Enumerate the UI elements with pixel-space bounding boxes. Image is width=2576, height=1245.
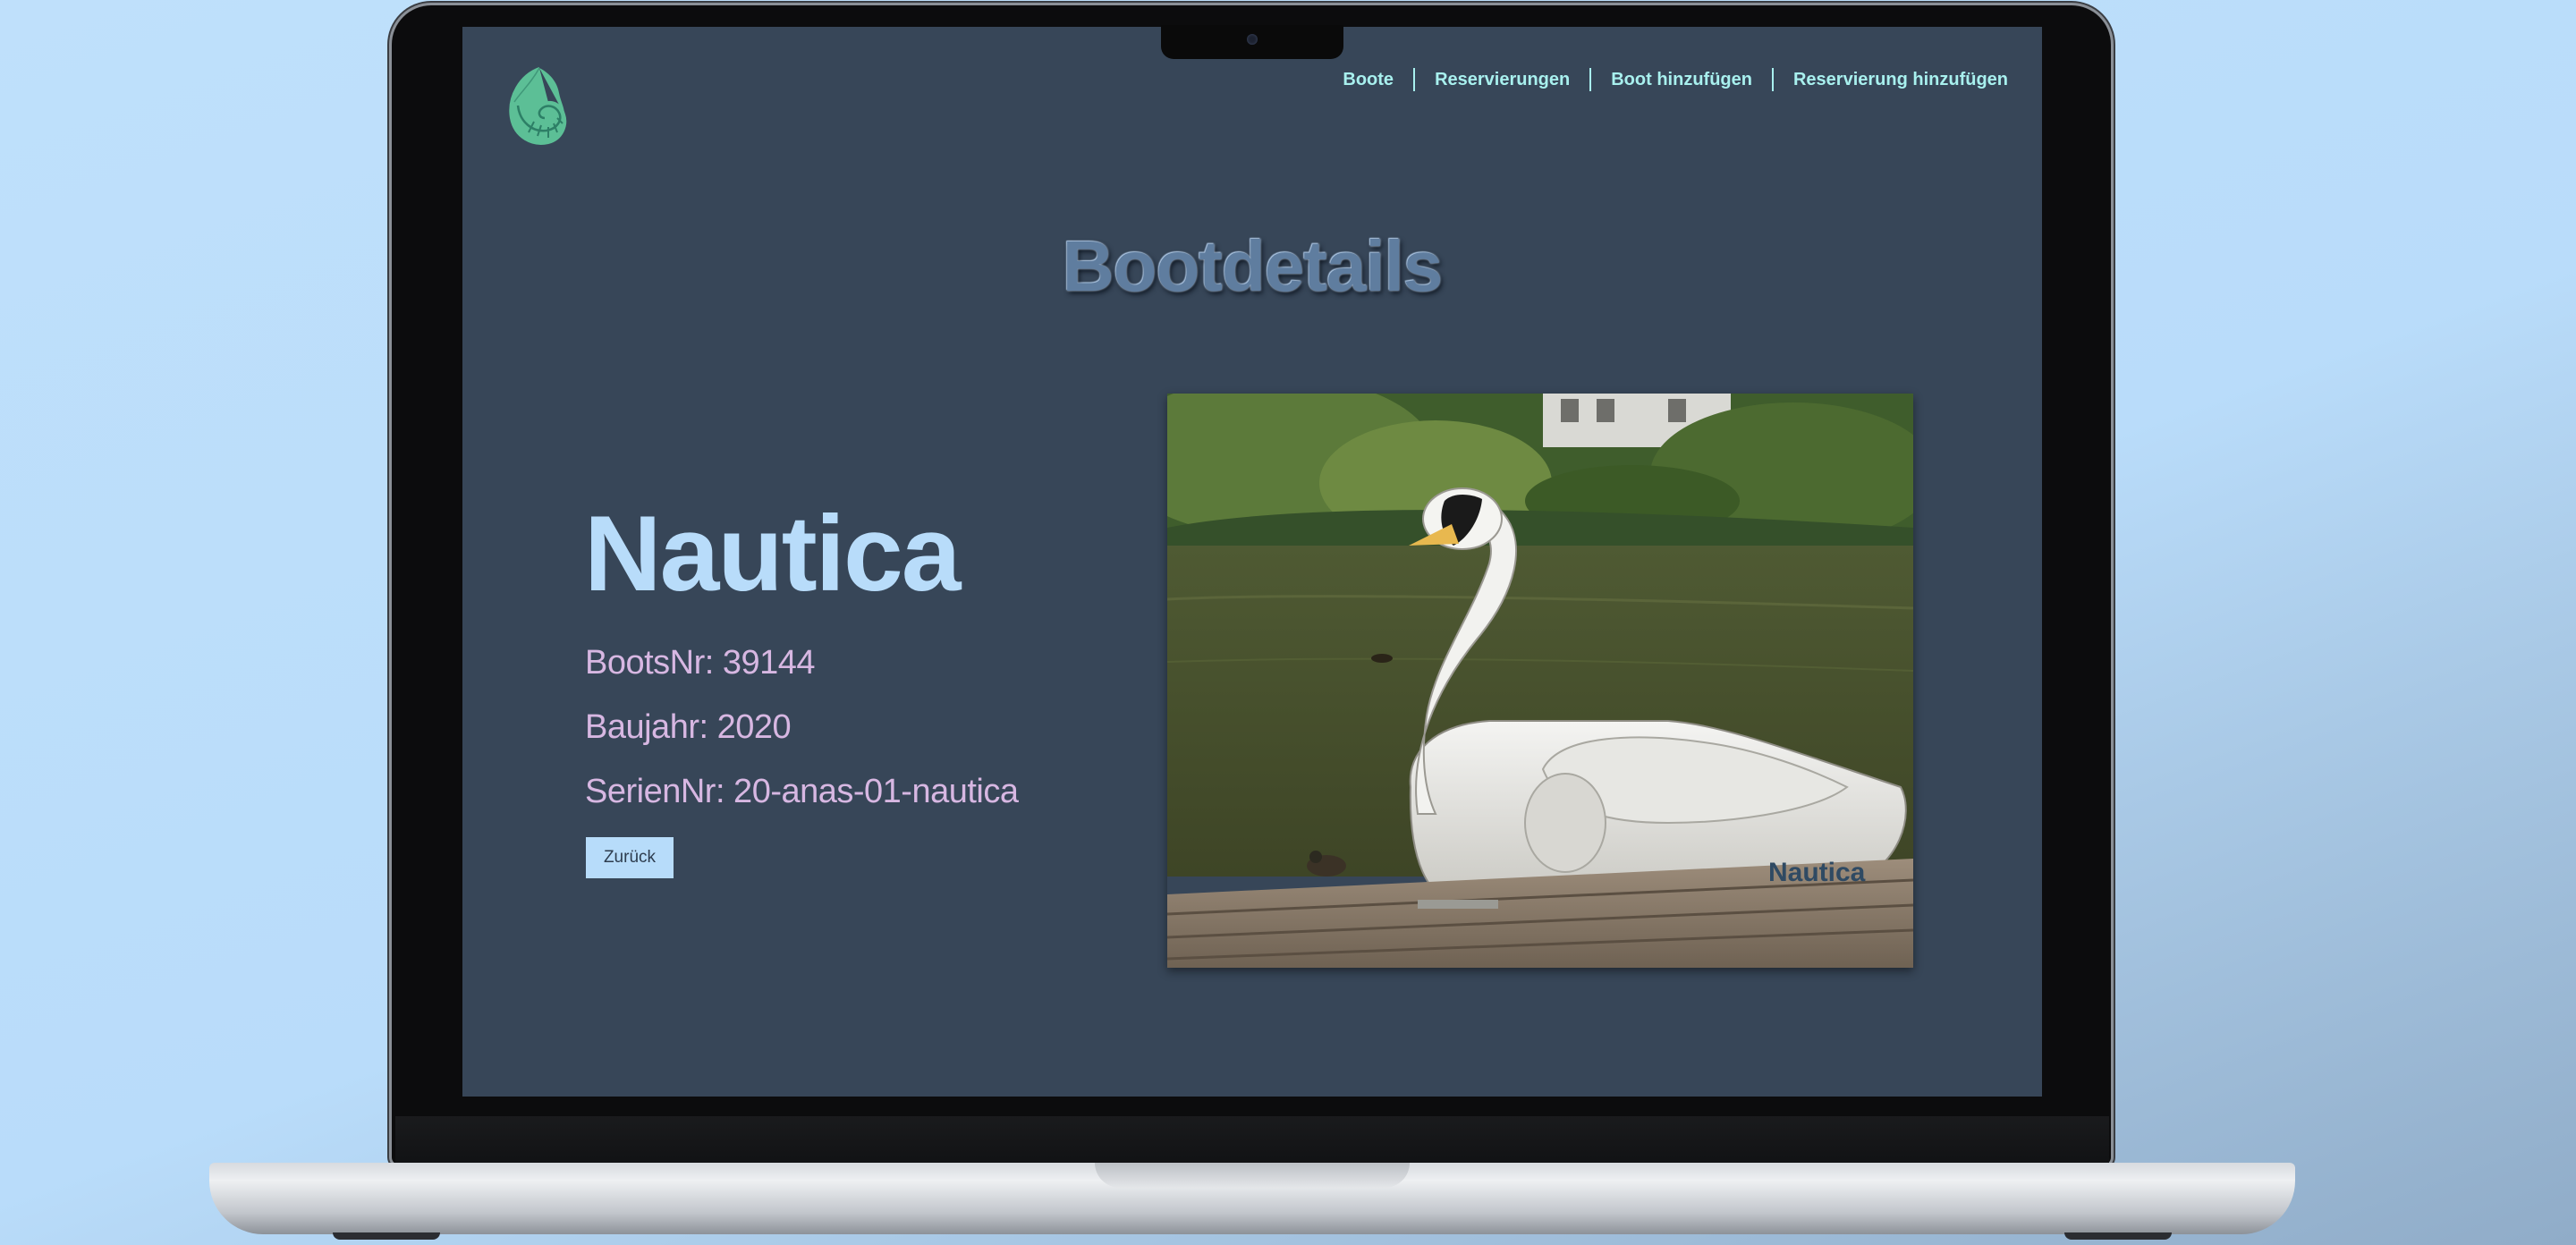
website-screen: Boote Reservierungen Boot hinzufügen Res…	[462, 27, 2042, 1097]
boat-serial-number: SerienNr: 20-anas-01-nautica	[585, 773, 1019, 810]
camera-icon	[1247, 34, 1258, 45]
nav-link-boot-hinzufuegen[interactable]: Boot hinzufügen	[1611, 70, 1752, 90]
nav-divider	[1589, 68, 1592, 91]
boat-photo: Nautica	[1114, 376, 1936, 968]
nautilus-shell-icon[interactable]	[507, 66, 568, 147]
boat-build-year: Baujahr: 2020	[585, 708, 792, 746]
nav-link-boote[interactable]: Boote	[1343, 70, 1394, 90]
nav-link-reservierungen[interactable]: Reservierungen	[1435, 70, 1570, 90]
nav-divider	[1413, 68, 1416, 91]
nav-link-reservierung-hinzufuegen[interactable]: Reservierung hinzufügen	[1793, 70, 2008, 90]
laptop-base-notch	[1095, 1163, 1410, 1188]
camera-notch	[1161, 25, 1343, 59]
nav-divider	[1771, 68, 1774, 91]
laptop-foot-right	[2064, 1232, 2172, 1240]
boat-image-label: Nautica	[1768, 858, 1866, 887]
laptop-chin	[395, 1116, 2109, 1165]
laptop-foot-left	[333, 1232, 440, 1240]
back-button[interactable]: Zurück	[586, 837, 674, 878]
main-navigation: Boote Reservierungen Boot hinzufügen Res…	[1343, 68, 2008, 91]
boat-number: BootsNr: 39144	[585, 644, 816, 682]
boat-name: Nautica	[584, 494, 961, 614]
page-title: Bootdetails	[1062, 226, 1444, 306]
